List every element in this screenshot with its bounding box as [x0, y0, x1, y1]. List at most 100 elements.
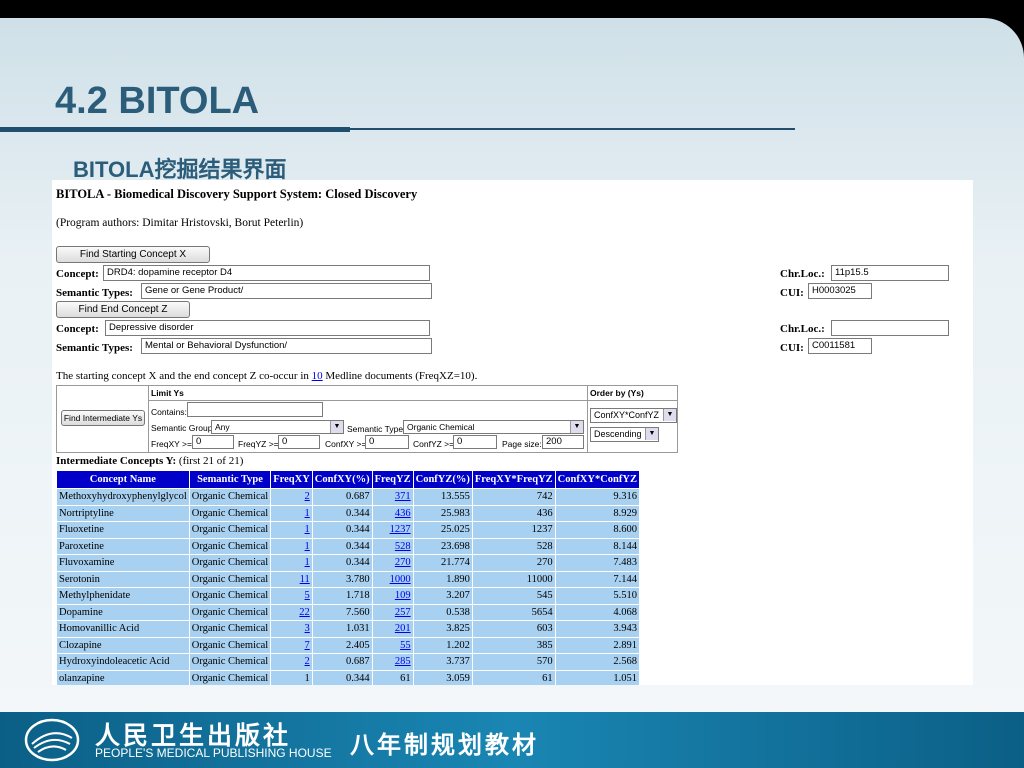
- table-cell: 3.825: [412, 620, 473, 638]
- freqyz-link[interactable]: 201: [395, 623, 411, 634]
- table-cell: 1237: [471, 521, 556, 539]
- table-cell: 3: [270, 620, 313, 638]
- freqyz-link[interactable]: 55: [400, 640, 411, 651]
- table-cell: 13.555: [412, 488, 473, 506]
- freqxy-input[interactable]: 0: [192, 435, 234, 449]
- freqxy-link[interactable]: 1: [305, 541, 310, 552]
- freqyz-label: FreqYZ >=: [238, 439, 279, 449]
- table-row: olanzapine Organic Chemical 1 0.344 61 3.059 6…: [56, 669, 640, 685]
- start-cui-field[interactable]: H0003025: [808, 283, 872, 299]
- freqxy-link[interactable]: 7: [305, 640, 310, 651]
- table-cell: Organic Chemical: [188, 669, 272, 685]
- start-concept-field[interactable]: DRD4: dopamine receptor D4: [103, 265, 430, 281]
- publisher-name-en: PEOPLE'S MEDICAL PUBLISHING HOUSE: [95, 746, 332, 760]
- end-chrloc-field[interactable]: [831, 320, 949, 336]
- chevron-down-icon: ▼: [330, 421, 343, 433]
- freqyz-link[interactable]: 1237: [390, 524, 411, 535]
- freqxy-link[interactable]: 22: [299, 607, 310, 618]
- end-concept-field[interactable]: Depressive disorder: [105, 320, 430, 336]
- table-cell: 2.405: [311, 636, 373, 654]
- freqxy-link[interactable]: 5: [305, 590, 310, 601]
- freqyz-link[interactable]: 285: [395, 656, 411, 667]
- page-size-label: Page size:: [502, 439, 542, 449]
- table-row: Dopamine Organic Chemical 22 7.560 257 0.538 5…: [56, 603, 640, 621]
- end-cui-field[interactable]: C0011581: [808, 338, 872, 354]
- confyz-label: ConfYZ >=: [413, 439, 455, 449]
- confyz-input[interactable]: 0: [453, 435, 497, 449]
- freqxy-link[interactable]: 3: [305, 623, 310, 634]
- freqyz-link[interactable]: 436: [395, 508, 411, 519]
- table-cell: 61: [371, 669, 414, 685]
- table-cell: Dopamine: [56, 603, 190, 621]
- freqyz-link[interactable]: 371: [395, 491, 411, 502]
- table-cell: 570: [471, 653, 556, 671]
- freqxy-link[interactable]: 11: [300, 574, 310, 585]
- table-cell: 0.538: [412, 603, 473, 621]
- cooccurrence-sentence: The starting concept X and the end conce…: [56, 370, 477, 382]
- table-cell: Hydroxyindoleacetic Acid: [56, 653, 190, 671]
- table-row: Serotonin Organic Chemical 11 3.780 1000 1.89…: [56, 570, 640, 588]
- page-size-input[interactable]: 200: [542, 435, 584, 449]
- title-rule-thin: [350, 128, 795, 130]
- table-cell: Methoxyhydroxyphenylglycol: [56, 488, 190, 506]
- table-row: Methylphenidate Organic Chemical 5 1.718 109…: [56, 587, 640, 605]
- semantic-group-select[interactable]: Any ▼: [211, 420, 344, 434]
- contains-input[interactable]: [187, 402, 323, 417]
- freqxy-link[interactable]: 2: [305, 491, 310, 502]
- freqxy-link[interactable]: 1: [305, 508, 310, 519]
- freqyz-link[interactable]: 1000: [390, 574, 411, 585]
- table-cell: Fluvoxamine: [56, 554, 190, 572]
- table-row: Hydroxyindoleacetic Acid Organic Chemical…: [56, 653, 640, 671]
- semantic-type-select[interactable]: Organic Chemical ▼: [403, 420, 584, 434]
- confxy-input[interactable]: 0: [365, 435, 409, 449]
- freqxy-link[interactable]: 1: [305, 557, 310, 568]
- contains-label: Contains:: [151, 407, 187, 417]
- find-starting-concept-button[interactable]: Find Starting Concept X: [56, 246, 210, 263]
- chevron-down-icon: ▼: [570, 421, 583, 433]
- freqxy-link[interactable]: 1: [305, 524, 310, 535]
- table-cell: 11000: [471, 570, 556, 588]
- find-end-concept-button[interactable]: Find End Concept Z: [56, 301, 190, 318]
- start-semantic-types-field[interactable]: Gene or Gene Product/: [141, 283, 432, 299]
- end-semantic-types-label: Semantic Types:: [56, 342, 133, 354]
- direction-select[interactable]: Descending ▼: [590, 427, 659, 442]
- start-cui-label: CUI:: [780, 287, 804, 299]
- table-cell: 257: [371, 603, 414, 621]
- table-cell: 1: [270, 669, 313, 685]
- table-cell: 603: [471, 620, 556, 638]
- table-cell: 3.207: [412, 587, 473, 605]
- table-cell: 2.891: [554, 636, 640, 654]
- order-by-select[interactable]: ConfXY*ConfYZ ▼: [590, 408, 677, 423]
- table-cell: Clozapine: [56, 636, 190, 654]
- freqyz-link[interactable]: 257: [395, 607, 411, 618]
- column-header: FreqYZ: [371, 470, 414, 489]
- confxy-label: ConfXY >=: [325, 439, 367, 449]
- table-cell: 5654: [471, 603, 556, 621]
- table-cell: 436: [471, 504, 556, 522]
- start-chrloc-label: Chr.Loc.:: [780, 268, 825, 280]
- textbook-series: 八年制规划教材: [350, 730, 539, 759]
- intermediate-concepts-table: Concept Name Semantic Type FreqXY ConfXY(%)…: [56, 470, 640, 685]
- freqyz-link[interactable]: 528: [395, 541, 411, 552]
- start-chrloc-field[interactable]: 11p15.5: [831, 265, 949, 281]
- cooccurrence-count-link[interactable]: 10: [312, 370, 323, 382]
- cooccurrence-prefix: The starting concept X and the end conce…: [56, 370, 309, 382]
- table-cell: 1237: [371, 521, 414, 539]
- table-cell: Serotonin: [56, 570, 190, 588]
- table-cell: 3.059: [412, 669, 473, 685]
- table-cell: 3.780: [311, 570, 373, 588]
- table-body: Methoxyhydroxyphenylglycol Organic Chemic…: [56, 488, 640, 685]
- table-cell: 0.687: [311, 653, 373, 671]
- freqxy-link[interactable]: 2: [305, 656, 310, 667]
- find-intermediate-ys-button[interactable]: Find Intermediate Ys: [61, 410, 145, 426]
- table-row: Methoxyhydroxyphenylglycol Organic Chemic…: [56, 488, 640, 506]
- table-cell: Organic Chemical: [188, 554, 272, 572]
- freqyz-input[interactable]: 0: [278, 435, 320, 449]
- table-cell: Organic Chemical: [188, 570, 272, 588]
- semantic-type-label: Semantic Type:: [347, 424, 406, 434]
- table-cell: 22: [270, 603, 313, 621]
- freqyz-link[interactable]: 109: [395, 590, 411, 601]
- end-semantic-types-field[interactable]: Mental or Behavioral Dysfunction/: [141, 338, 432, 354]
- freqyz-link[interactable]: 270: [395, 557, 411, 568]
- chevron-down-icon: ▼: [663, 409, 676, 421]
